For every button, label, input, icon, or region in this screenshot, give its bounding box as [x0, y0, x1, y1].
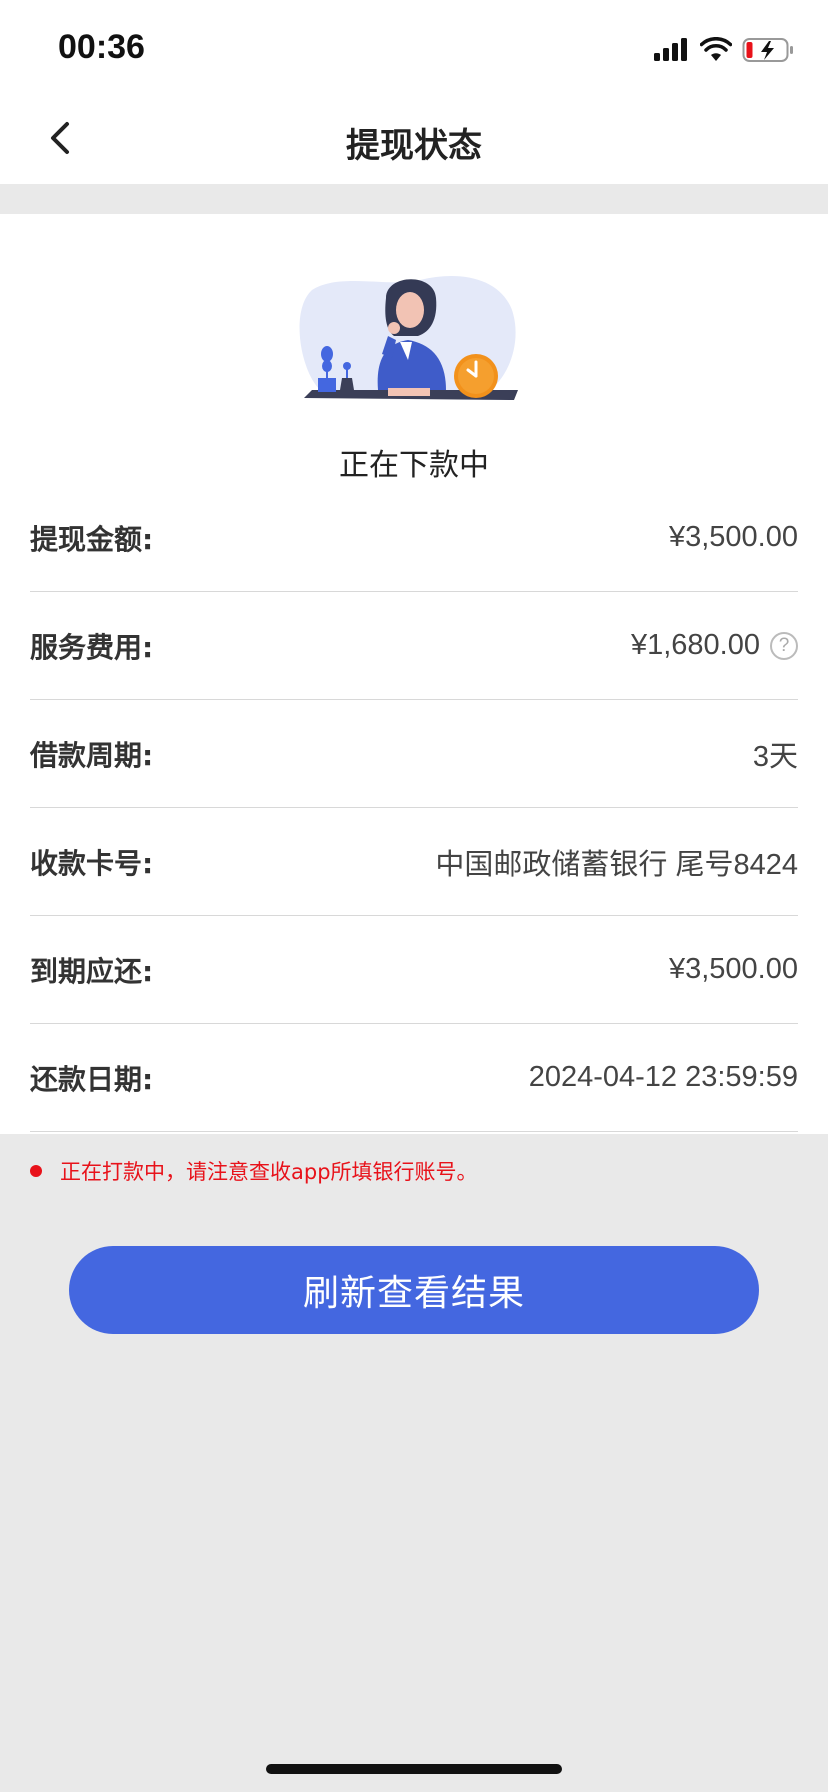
refresh-result-button[interactable]: 刷新查看结果 — [69, 1246, 759, 1334]
detail-value: 3天 — [753, 733, 798, 775]
due-amount-value: ¥3,500.00 — [668, 953, 798, 985]
detail-row-card-number: 收款卡号: 中国邮政储蓄银行 尾号8424 — [30, 808, 798, 916]
nav-bar: 提现状态 — [0, 92, 828, 184]
status-icons — [654, 34, 796, 66]
section-divider — [0, 184, 828, 214]
detail-row-loan-period: 借款周期: 3天 — [30, 700, 798, 808]
help-icon[interactable]: ? — [770, 631, 798, 660]
card-number-value: 中国邮政储蓄银行 尾号8424 — [435, 848, 798, 881]
notice-text: 正在打款中，请注意查收app所填银行账号。 — [60, 1160, 478, 1184]
repay-date-value: 2024-04-12 23:59:59 — [528, 1061, 798, 1093]
withdrawal-status-text: 正在下款中 — [339, 448, 489, 483]
status-bar: 00:36 — [0, 0, 828, 92]
battery-charging-icon — [742, 38, 793, 62]
notice: 正在打款中，请注意查收app所填银行账号。 — [30, 1156, 478, 1186]
detail-row-amount: 提现金额: ¥3,500.00 — [30, 484, 798, 592]
page-title: 提现状态 — [346, 126, 482, 166]
wifi-icon — [700, 37, 732, 61]
woman-waiting-clock-illustration — [299, 275, 518, 400]
detail-label: 借款周期: — [30, 738, 154, 772]
detail-label: 到期应还: — [30, 954, 154, 988]
detail-label: 收款卡号: — [30, 846, 154, 880]
detail-value: 2024-04-12 23:59:59 — [529, 1061, 798, 1094]
loan-period-value: 3天 — [752, 740, 798, 773]
detail-row-service-fee: 服务费用: ¥1,680.00 ? — [30, 592, 798, 700]
detail-row-due-amount: 到期应还: ¥3,500.00 — [30, 916, 798, 1024]
detail-label: 还款日期: — [30, 1062, 154, 1096]
detail-label: 服务费用: — [30, 630, 154, 664]
detail-row-repay-date: 还款日期: 2024-04-12 23:59:59 — [30, 1024, 798, 1132]
details-list: 提现金额: ¥3,500.00 服务费用: ¥1,680.00 ? 借款周期: … — [30, 484, 798, 1132]
notice-dot-icon — [30, 1165, 42, 1177]
detail-value: ¥1,680.00 ? — [631, 629, 798, 662]
home-indicator — [266, 1764, 562, 1774]
service-fee-value: ¥1,680.00 — [630, 629, 760, 661]
withdraw-amount-value: ¥3,500.00 — [668, 521, 798, 553]
status-card: 正在下款中 提现金额: ¥3,500.00 服务费用: ¥1,680.00 ? … — [0, 214, 828, 1134]
detail-value: ¥3,500.00 — [669, 953, 798, 986]
detail-value: 中国邮政储蓄银行 尾号8424 — [435, 841, 798, 883]
detail-label: 提现金额: — [30, 522, 154, 556]
signal-icon — [654, 38, 687, 61]
status-time: 00:36 — [58, 28, 145, 66]
detail-value: ¥3,500.00 — [669, 521, 798, 554]
